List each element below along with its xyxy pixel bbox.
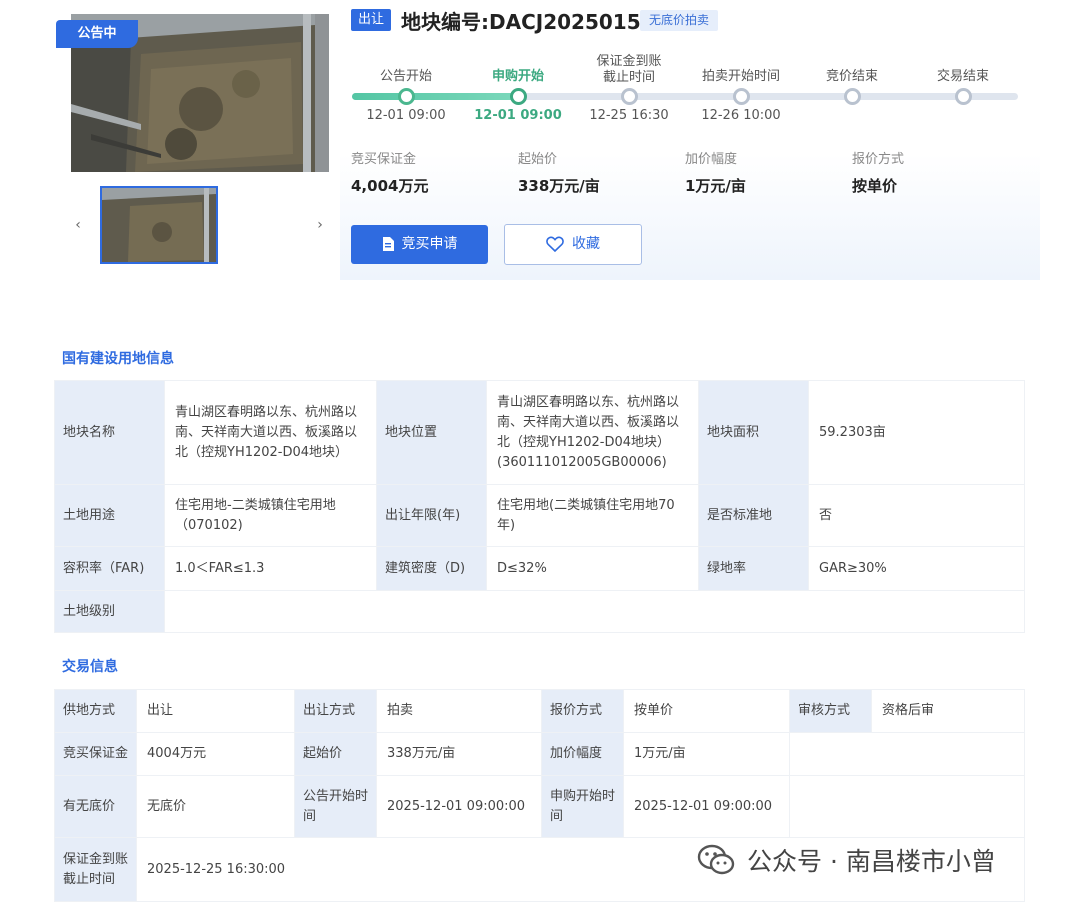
table-key: 地块面积 (698, 380, 809, 485)
table-row: 容积率（FAR) 1.0＜FAR≤1.3 建筑密度（D) D≤32% 绿地率 G… (54, 546, 1025, 591)
table-key: 地块名称 (54, 380, 165, 485)
table-key: 土地级别 (54, 590, 165, 633)
table-key: 有无底价 (54, 775, 137, 838)
table-value: 资格后审 (871, 689, 1025, 733)
table-key: 申购开始时间 (541, 775, 624, 838)
table-key: 地块位置 (376, 380, 487, 485)
table-row: 地块名称 青山湖区春明路以东、杭州路以南、天祥南大道以西、板溪路以北（控规YH1… (54, 380, 1025, 485)
table-row: 有无底价 无底价 公告开始时间 2025-12-01 09:00:00 申购开始… (54, 775, 1025, 838)
heart-icon (546, 236, 564, 252)
bid-apply-label: 竞买申请 (401, 236, 458, 252)
table-key: 加价幅度 (541, 732, 624, 776)
chevron-right-icon[interactable]: › (310, 208, 330, 242)
table-key: 绿地率 (698, 546, 809, 591)
table-value: 住宅用地(二类城镇住宅用地70年) (486, 484, 699, 547)
table-value: 拍卖 (376, 689, 542, 733)
wechat-icon (697, 844, 735, 875)
timeline-node (510, 88, 527, 105)
table-empty-cell (789, 775, 1025, 838)
deposit-value: 4,004万元 (351, 177, 429, 195)
table-value: 59.2303亩 (808, 380, 1025, 485)
table-value: 338万元/亩 (376, 732, 542, 776)
quote-method-value: 按单价 (852, 177, 898, 195)
table-key: 出让方式 (294, 689, 377, 733)
table-value: D≤32% (486, 546, 699, 591)
favorite-button[interactable]: 收藏 (504, 224, 642, 265)
chevron-left-icon[interactable]: ‹ (68, 208, 88, 242)
timeline-step-label: 交易结束 (936, 69, 989, 84)
land-info-table: 地块名称 青山湖区春明路以东、杭州路以南、天祥南大道以西、板溪路以北（控规YH1… (54, 380, 1025, 633)
increment-value: 1万元/亩 (685, 177, 746, 195)
timeline-step-date: 12-25 16:30 (589, 108, 669, 123)
auction-type-tag: 无底价拍卖 (640, 10, 719, 31)
table-key: 土地用途 (54, 484, 165, 547)
timeline-step-date: 12-26 10:00 (701, 108, 781, 123)
table-value: 1万元/亩 (623, 732, 790, 776)
table-value: 2025-12-01 09:00:00 (376, 775, 542, 838)
timeline-progress (352, 93, 518, 100)
thumbnail-photo-image (102, 188, 216, 262)
table-key: 保证金到账截止时间 (54, 837, 137, 902)
table-value: 青山湖区春明路以东、杭州路以南、天祥南大道以西、板溪路以北（控规YH1202-D… (164, 380, 377, 485)
timeline-node (733, 88, 750, 105)
table-empty-cell (789, 732, 1025, 776)
deposit-label: 竞买保证金 (351, 152, 417, 167)
timeline-node (398, 88, 415, 105)
timeline-node (955, 88, 972, 105)
table-value: 住宅用地-二类城镇住宅用地（070102) (164, 484, 377, 547)
favorite-label: 收藏 (572, 236, 600, 252)
land-info-title: 国有建设用地信息 (62, 351, 174, 367)
table-value: GAR≥30% (808, 546, 1025, 591)
thumbnail-image[interactable] (100, 186, 218, 264)
quote-method-label: 报价方式 (852, 152, 905, 167)
table-key: 供地方式 (54, 689, 137, 733)
table-value: 无底价 (136, 775, 295, 838)
notice-status-badge: 公告中 (56, 20, 138, 48)
timeline-step-label: 申购开始 (491, 69, 544, 84)
table-key: 起始价 (294, 732, 377, 776)
table-key: 是否标准地 (698, 484, 809, 547)
table-value: 按单价 (623, 689, 790, 733)
watermark-text: 公众号 · 南昌楼市小曾 (747, 847, 996, 876)
table-key: 竞买保证金 (54, 732, 137, 776)
trade-info-title: 交易信息 (62, 659, 118, 675)
table-value: 出让 (136, 689, 295, 733)
timeline-step-date: 12-01 09:00 (366, 108, 446, 123)
watermark: 公众号 · 南昌楼市小曾 (697, 840, 996, 880)
table-value (164, 590, 1025, 633)
table-row: 土地用途 住宅用地-二类城镇住宅用地（070102) 出让年限(年) 住宅用地(… (54, 484, 1025, 547)
plot-number-title: 地块编号:DACJ2025015 (401, 10, 641, 34)
timeline-step-label: 竞价结束 (825, 69, 878, 84)
table-value: 否 (808, 484, 1025, 547)
table-value: 青山湖区春明路以东、杭州路以南、天祥南大道以西、板溪路以北（控规YH1202-D… (486, 380, 699, 485)
start-price-label: 起始价 (518, 152, 558, 167)
thumbnail-strip: ‹ › (66, 186, 336, 264)
table-key: 报价方式 (541, 689, 624, 733)
timeline-step-label: 拍卖开始时间 (701, 69, 780, 84)
table-row: 土地级别 (54, 590, 1025, 633)
timeline-node (844, 88, 861, 105)
table-key: 建筑密度（D) (376, 546, 487, 591)
table-row: 竞买保证金 4004万元 起始价 338万元/亩 加价幅度 1万元/亩 (54, 732, 1025, 776)
timeline-step-label: 保证金到账 截止时间 (596, 54, 662, 85)
transfer-type-tag: 出让 (351, 9, 391, 31)
timeline-step-label: 公告开始 (379, 69, 432, 84)
table-row: 供地方式 出让 出让方式 拍卖 报价方式 按单价 审核方式 资格后审 (54, 689, 1025, 733)
table-key: 容积率（FAR) (54, 546, 165, 591)
bid-apply-button[interactable]: 竞买申请 (351, 225, 488, 264)
start-price-value: 338万元/亩 (518, 177, 600, 195)
document-icon (382, 237, 394, 251)
table-value: 2025-12-01 09:00:00 (623, 775, 790, 838)
increment-label: 加价幅度 (685, 152, 738, 167)
timeline-node (621, 88, 638, 105)
table-value: 4004万元 (136, 732, 295, 776)
table-key: 出让年限(年) (376, 484, 487, 547)
timeline-step-date: 12-01 09:00 (474, 108, 562, 123)
table-value: 1.0＜FAR≤1.3 (164, 546, 377, 591)
table-key: 审核方式 (789, 689, 872, 733)
table-key: 公告开始时间 (294, 775, 377, 838)
